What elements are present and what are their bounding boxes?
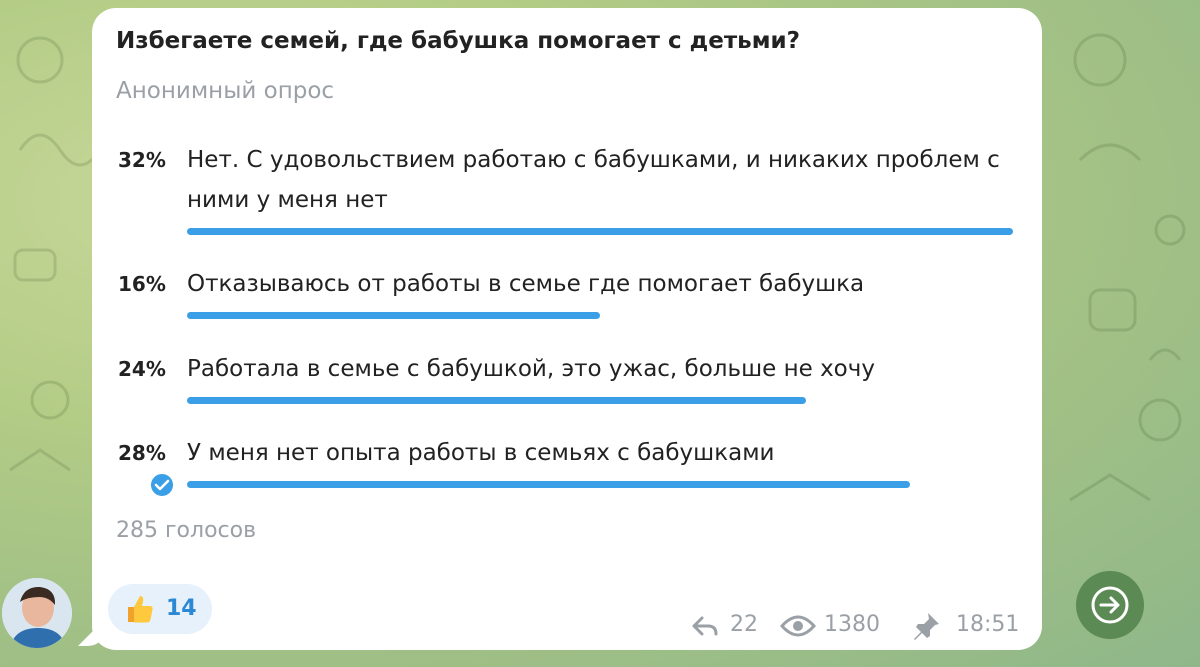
option-percent: 28% (118, 441, 166, 465)
option-result-bar (187, 312, 600, 319)
option-percent: 24% (118, 357, 166, 381)
option-percent: 16% (118, 272, 166, 296)
eye-icon (780, 615, 816, 637)
reply-count: 22 (730, 612, 758, 637)
reaction-chip[interactable]: 14 (108, 584, 212, 634)
reply-icon[interactable] (690, 612, 720, 640)
view-count: 1380 (824, 612, 880, 637)
option-label: У меня нет опыта работы в семьях с бабуш… (187, 440, 775, 466)
thumbs-up-icon (128, 596, 153, 623)
option-result-bar (187, 228, 1013, 235)
pin-icon (914, 613, 939, 640)
forward-button[interactable] (1076, 571, 1144, 639)
poll-type: Анонимный опрос (116, 78, 335, 104)
message-bubble (92, 8, 1042, 650)
option-label: Отказываюсь от работы в семье где помога… (187, 271, 865, 297)
avatar[interactable] (2, 578, 72, 648)
reaction-count: 14 (166, 596, 197, 621)
poll-question: Избегаете семей, где бабушка помогает с … (116, 28, 800, 54)
vote-count: 285 голосов (116, 518, 257, 543)
option-label: Нет. С удовольствием работаю с бабушками… (187, 147, 1000, 213)
option-result-bar (187, 397, 806, 404)
option-result-bar (187, 481, 910, 488)
message-time: 18:51 (956, 612, 1020, 637)
selected-check-icon (148, 471, 176, 499)
option-label: Работала в семье с бабушкой, это ужас, б… (187, 356, 875, 382)
option-percent: 32% (118, 148, 166, 172)
forward-arrow-icon (1091, 586, 1129, 624)
